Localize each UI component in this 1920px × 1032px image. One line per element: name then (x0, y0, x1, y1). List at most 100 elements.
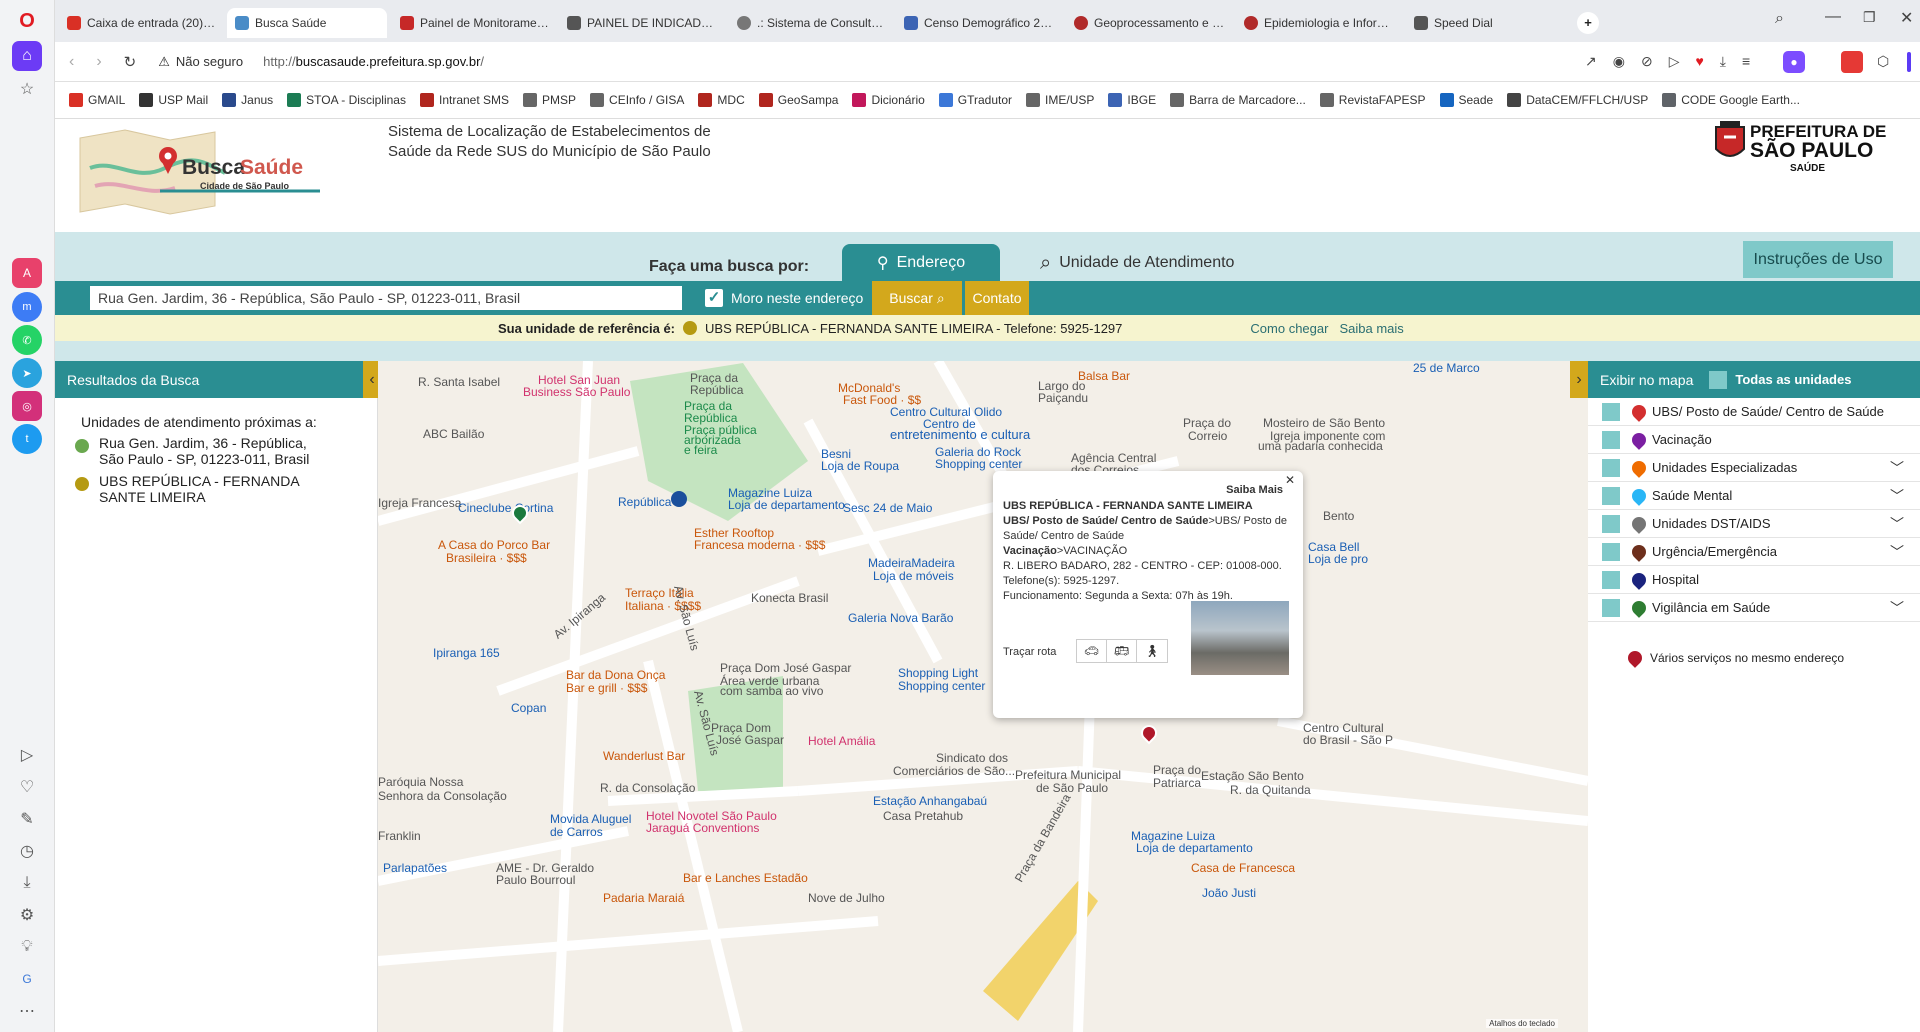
settings-icon[interactable]: ⚙ (12, 900, 42, 930)
legend-item[interactable]: Vacinação (1588, 426, 1920, 454)
whatsapp-icon[interactable]: ✆ (12, 325, 42, 355)
legend-item[interactable]: Vigilância em Saúde ﹀ (1588, 594, 1920, 622)
tab-gmail[interactable]: Caixa de entrada (20) - m (59, 8, 224, 38)
reload-icon[interactable]: ↻ (124, 53, 137, 71)
legend-item[interactable]: Unidades DST/AIDS ﹀ (1588, 510, 1920, 538)
legend-item[interactable]: Urgência/Emergência ﹀ (1588, 538, 1920, 566)
map-label[interactable]: R. da Quitanda (1230, 783, 1311, 797)
map-label[interactable]: R. da Consolação (600, 781, 695, 795)
chevron-down-icon[interactable]: ﹀ (1890, 486, 1904, 506)
share-icon[interactable]: ↗ (1585, 53, 1597, 70)
map-label[interactable]: Loja de Roupa (821, 459, 899, 473)
bookmark-item[interactable]: IBGE (1108, 93, 1156, 107)
map-label[interactable]: Loja de departamento (728, 498, 845, 512)
profile-icon[interactable]: ● (1783, 51, 1805, 73)
all-units-checkbox[interactable] (1709, 370, 1728, 389)
translator-icon[interactable] (1841, 51, 1863, 73)
legend-item[interactable]: Saúde Mental ﹀ (1588, 482, 1920, 510)
map-label[interactable]: Bar e grill · $$$ (566, 681, 647, 695)
map-label[interactable]: Bar da Dona Onça (566, 668, 665, 682)
tab-epidemiologia[interactable]: Epidemiologia e Informaç (1236, 8, 1404, 38)
tips-icon[interactable]: 💡︎ (12, 932, 42, 962)
map-label[interactable]: MadeiraMadeira (868, 556, 955, 570)
legend-checkbox[interactable] (1602, 486, 1620, 505)
instagram-icon[interactable]: ◎ (12, 391, 42, 421)
map-label[interactable]: José Gaspar (716, 733, 784, 747)
map-label[interactable]: Casa Pretahub (883, 809, 963, 823)
legend-item[interactable]: Unidades Especializadas ﹀ (1588, 454, 1920, 482)
bookmark-item[interactable]: GTradutor (938, 93, 1012, 107)
live-here-checkbox[interactable]: ✓ (705, 289, 723, 307)
bookmark-item[interactable]: CEInfo / GISA (590, 93, 684, 107)
more-icon[interactable]: ⋯ (12, 996, 42, 1026)
telegram-icon[interactable]: ➤ (12, 358, 42, 388)
street-view-thumbnail[interactable] (1191, 601, 1289, 675)
map-label[interactable]: Mosteiro de São Bento (1263, 416, 1385, 430)
map-label[interactable]: Business São Paulo (523, 385, 630, 399)
map-label[interactable]: Igreja Francesa (378, 496, 461, 510)
legend-checkbox[interactable] (1602, 514, 1620, 533)
map-label[interactable]: República (618, 495, 671, 509)
bookmark-item[interactable]: DataCEM/FFLCH/USP (1507, 93, 1648, 107)
map-label[interactable]: Parlapatões (383, 861, 447, 875)
result-item[interactable]: UBS REPÚBLICA - FERNANDA SANTE LIMEIRA (75, 473, 335, 505)
map-label[interactable]: de Carros (550, 825, 603, 839)
legend-checkbox[interactable] (1602, 570, 1620, 589)
bookmark-item[interactable]: Intranet SMS (419, 93, 509, 107)
url-field[interactable]: http://buscasaude.prefeitura.sp.gov.br/ (263, 54, 484, 69)
map-label[interactable]: Praça Dom José Gaspar (720, 661, 851, 675)
close-window-icon[interactable]: ✕ (1900, 8, 1913, 28)
map-label[interactable]: Bar e Lanches Estadão (683, 871, 808, 885)
map-label[interactable]: Loja de móveis (873, 569, 954, 583)
map-label[interactable]: entretenimento e cultura (890, 427, 1030, 442)
heart-icon[interactable]: ♡ (12, 772, 42, 802)
map-label[interactable]: A Casa do Porco Bar (438, 538, 550, 552)
map-label[interactable]: Paróquia Nossa (378, 775, 463, 789)
legend-checkbox[interactable] (1602, 458, 1620, 477)
download-icon[interactable]: ⤓ (1720, 53, 1726, 70)
forward-icon[interactable]: › (96, 53, 101, 71)
prefeitura-logo[interactable]: PREFEITURA DE SÃO PAULO SAÚDE (1710, 119, 1910, 183)
chevron-down-icon[interactable]: ﹀ (1890, 598, 1904, 618)
tab-speed-dial[interactable]: Speed Dial (1406, 8, 1574, 38)
tab-address[interactable]: ⚲ Endereço (842, 244, 1000, 281)
bookmark-item[interactable]: GeoSampa (758, 93, 838, 107)
walk-icon[interactable]: 🚶︎ (1137, 640, 1167, 662)
map-label[interactable]: R. Santa Isabel (418, 375, 500, 389)
map-label[interactable]: Praça do (1153, 763, 1201, 777)
bookmark-item[interactable]: STOA - Disciplinas (287, 93, 406, 107)
map-canvas[interactable]: Hotel San Juan Business São Paulo R. Santa… (378, 361, 1588, 1032)
popup-close-icon[interactable]: ✕ (1285, 473, 1295, 487)
bookmark-item[interactable]: PMSP (523, 93, 576, 107)
history-icon[interactable]: ◷ (12, 836, 42, 866)
map-label[interactable]: República (690, 383, 743, 397)
cube-icon[interactable]: ⬡ (1877, 53, 1889, 70)
send-icon[interactable]: ▷ (1669, 53, 1680, 70)
opera-logo-icon[interactable]: O (12, 6, 42, 36)
map-label[interactable]: Praça do (1183, 416, 1231, 430)
minimize-icon[interactable]: — (1825, 8, 1841, 26)
contact-button[interactable]: Contato (965, 281, 1029, 315)
bus-icon[interactable]: 🚌︎ (1107, 640, 1137, 662)
legend-item[interactable]: Hospital (1588, 566, 1920, 594)
tab-censo[interactable]: Censo Demográfico 2022 (896, 8, 1064, 38)
map-label[interactable]: Casa de Francesca (1191, 861, 1295, 875)
map-label[interactable]: Patriarca (1153, 776, 1201, 790)
map-label[interactable]: Wanderlust Bar (603, 749, 685, 763)
map-label[interactable]: 25 de Marco (1413, 361, 1480, 375)
map-label[interactable]: Cineclube Cortina (458, 501, 553, 515)
more-link[interactable]: Saiba mais (1339, 321, 1403, 336)
directions-link[interactable]: Como chegar (1250, 321, 1328, 336)
tab-painel-monitoramento[interactable]: Painel de Monitoramento (392, 8, 557, 38)
busca-saude-logo[interactable]: Busca Saúde Cidade de São Paulo (75, 128, 335, 216)
map-attribution[interactable]: Atalhos do teclado (1486, 1019, 1558, 1028)
instructions-button[interactable]: Instruções de Uso (1743, 241, 1893, 278)
map-label[interactable]: Galeria Nova Barão (848, 611, 953, 625)
map-label[interactable]: Estação Anhangabaú (873, 794, 987, 808)
tab-unit[interactable]: ⌕ Unidade de Atendimento (1040, 247, 1234, 279)
map-label[interactable]: Nove de Julho (808, 891, 885, 905)
bookmark-item[interactable]: Barra de Marcadore... (1170, 93, 1306, 107)
tab-busca-saude[interactable]: Busca Saúde (227, 8, 387, 38)
map-label[interactable]: Senhora da Consolação (378, 789, 507, 803)
twitter-icon[interactable]: t (12, 424, 42, 454)
